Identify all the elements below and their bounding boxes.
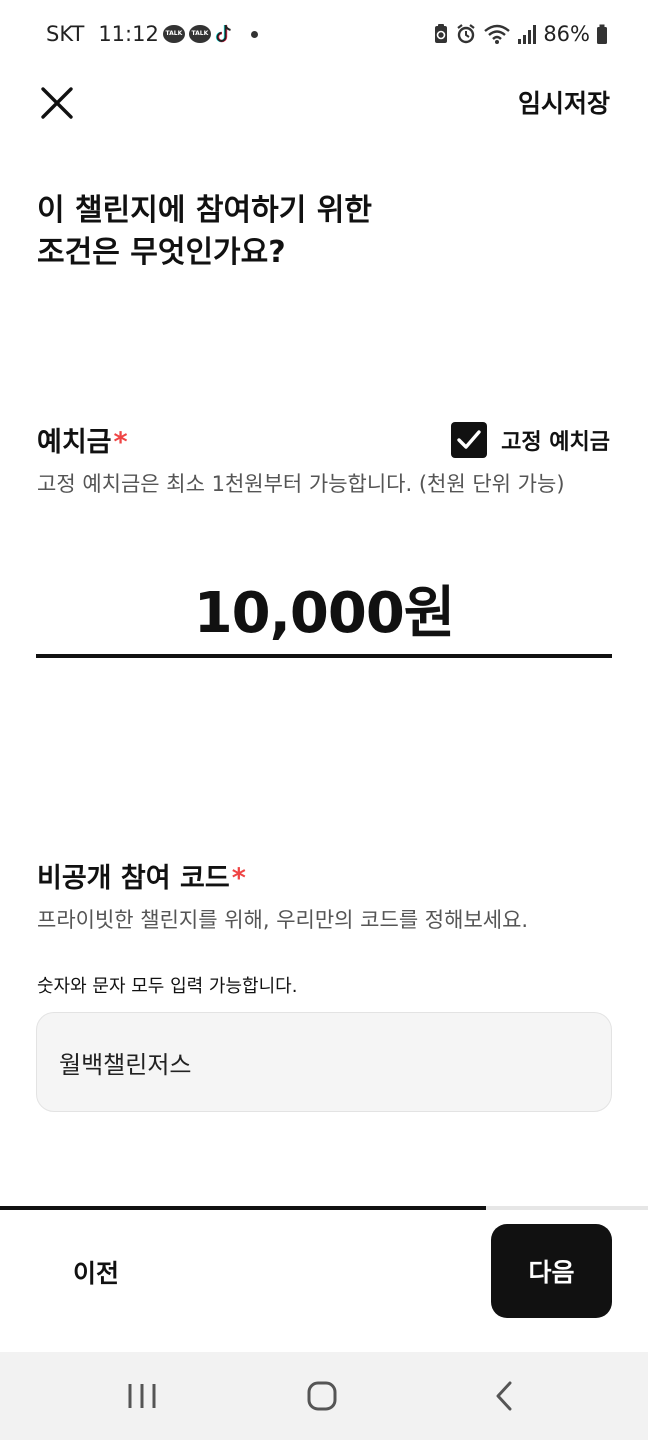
- back-icon: [496, 1381, 512, 1411]
- signal-icon: [517, 23, 537, 45]
- wifi-icon: [483, 23, 511, 45]
- close-button[interactable]: [36, 82, 78, 124]
- back-button[interactable]: [484, 1378, 524, 1414]
- deposit-title-label: 예치금: [37, 427, 112, 458]
- status-right: 86%: [433, 20, 608, 48]
- deposit-title: 예치금*: [37, 420, 128, 459]
- recents-button[interactable]: [122, 1378, 162, 1414]
- battery-percent: 86%: [543, 22, 590, 46]
- close-icon: [41, 87, 73, 119]
- prev-button[interactable]: 이전: [36, 1230, 156, 1314]
- deposit-amount-field[interactable]: 10,000원: [36, 560, 612, 658]
- carrier-label: SKT: [46, 22, 85, 46]
- tiktok-icon: [215, 23, 233, 45]
- private-code-hint: 숫자와 문자 모두 입력 가능합니다.: [37, 976, 298, 997]
- required-mark: *: [113, 427, 128, 458]
- progress-bar: [0, 1206, 648, 1210]
- fixed-deposit-label: 고정 예치금: [501, 430, 610, 455]
- kakaotalk-icon: TALK: [188, 25, 211, 43]
- private-code-title: 비공개 참여 코드*: [37, 856, 246, 895]
- checkbox-checked[interactable]: [451, 422, 488, 458]
- notification-dot-icon: [250, 30, 258, 38]
- status-time: 11:12: [98, 22, 159, 46]
- progress-fill: [0, 1206, 486, 1210]
- status-bar: SKT 11:12 TALK TALK 86%: [0, 0, 648, 66]
- top-bar: 임시저장: [0, 66, 648, 138]
- battery-icon: [596, 23, 608, 45]
- recents-icon: [128, 1384, 156, 1408]
- check-icon: [457, 430, 481, 449]
- save-draft-button[interactable]: 임시저장: [518, 84, 610, 120]
- deposit-description: 고정 예치금은 최소 1천원부터 가능합니다. (천원 단위 가능): [37, 472, 565, 496]
- home-icon: [307, 1381, 337, 1411]
- deposit-amount: 10,000원: [193, 581, 456, 646]
- fixed-deposit-checkbox[interactable]: 고정 예치금: [451, 422, 610, 458]
- private-code-input[interactable]: [36, 1012, 612, 1112]
- battery-saver-icon: [433, 23, 449, 45]
- kakaotalk-icon: TALK: [162, 25, 185, 43]
- private-code-description: 프라이빗한 챌린지를 위해, 우리만의 코드를 정해보세요.: [37, 908, 529, 932]
- page-title: 이 챌린지에 참여하기 위한 조건은 무엇인가요?: [37, 193, 372, 270]
- alarm-icon: [455, 23, 477, 45]
- status-left: SKT 11:12 TALK TALK: [46, 20, 258, 48]
- required-mark: *: [231, 863, 246, 894]
- next-button[interactable]: 다음: [491, 1224, 612, 1318]
- private-code-title-label: 비공개 참여 코드: [37, 863, 230, 894]
- system-nav-bar: [0, 1352, 648, 1440]
- home-button[interactable]: [302, 1378, 342, 1414]
